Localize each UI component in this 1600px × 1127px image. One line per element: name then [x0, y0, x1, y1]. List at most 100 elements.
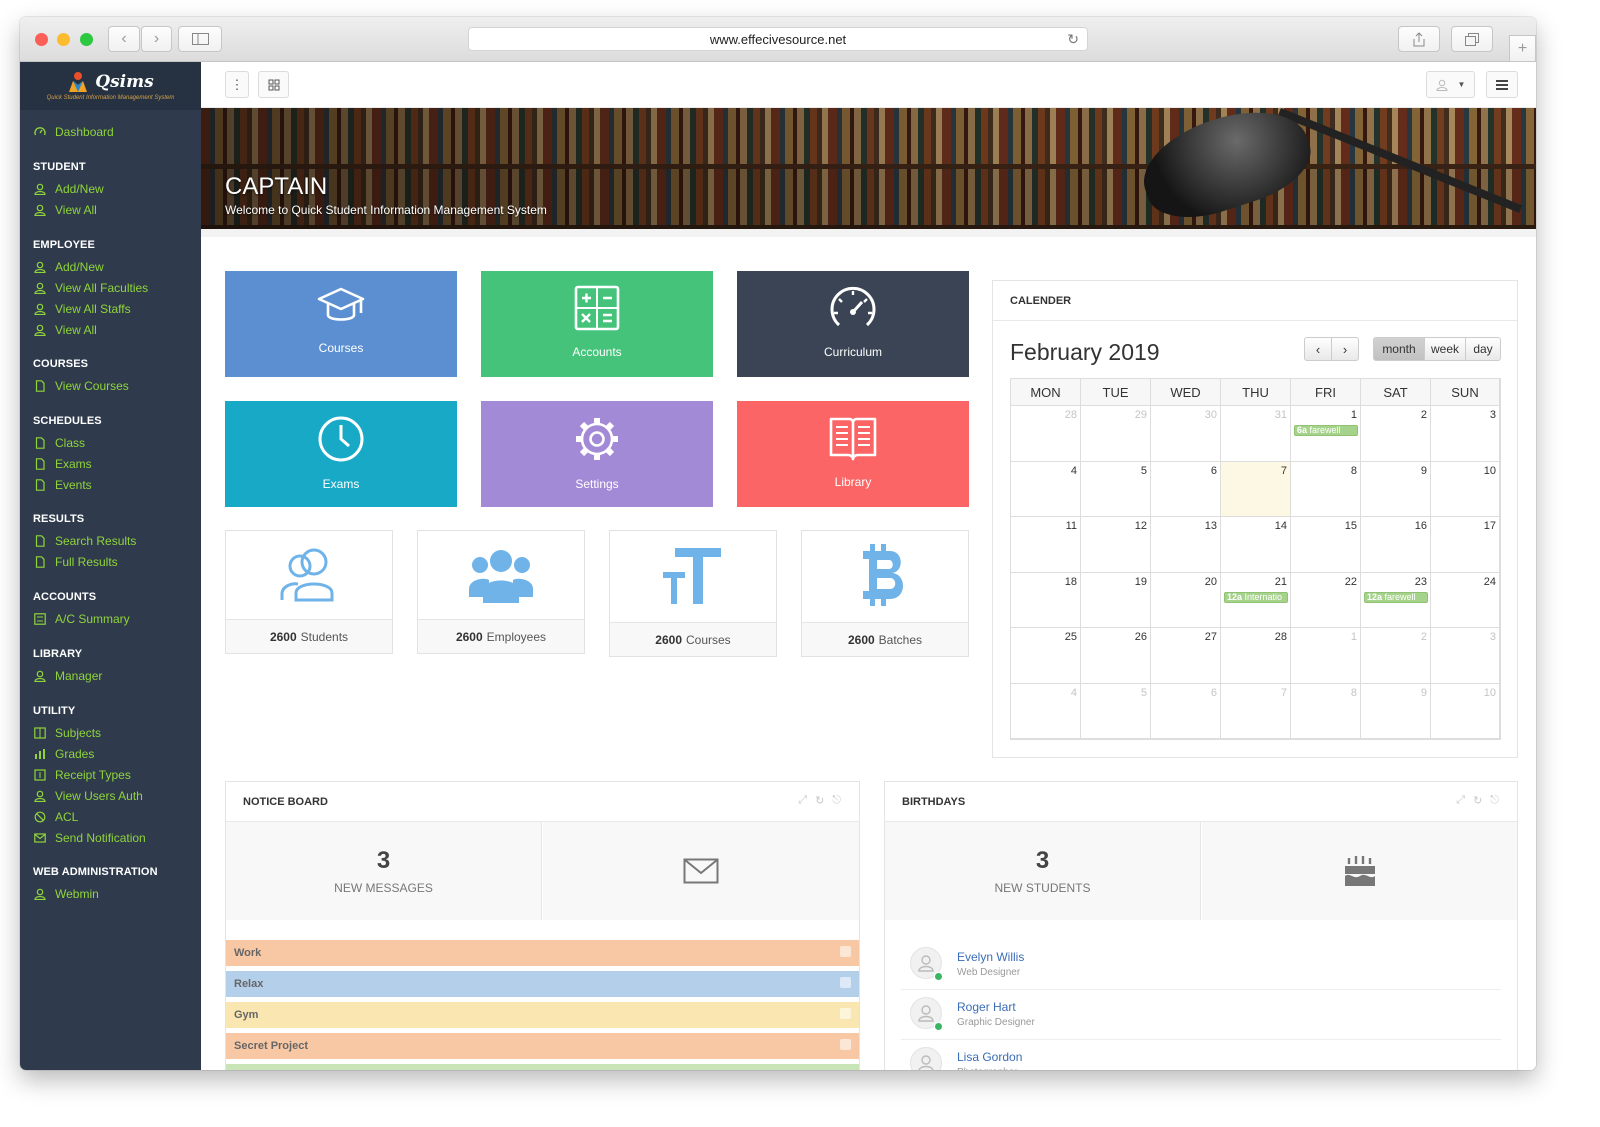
refresh-icon[interactable]: ↻: [1473, 794, 1482, 807]
calendar-day-cell[interactable]: 27: [1151, 628, 1221, 684]
birthday-person[interactable]: Lisa Gordon Photographer: [901, 1040, 1501, 1070]
tile-library[interactable]: Library: [737, 401, 969, 507]
calendar-day-cell[interactable]: 28: [1011, 406, 1081, 462]
minimize-window-button[interactable]: [57, 33, 70, 46]
calendar-day-cell[interactable]: 5: [1081, 683, 1151, 739]
refresh-icon[interactable]: ↻: [815, 794, 824, 807]
calendar-day-cell[interactable]: 2: [1361, 628, 1431, 684]
birthday-person[interactable]: Evelyn Willis Web Designer: [901, 940, 1501, 990]
calendar-event[interactable]: 12a farewell: [1364, 591, 1428, 603]
calendar-day-cell[interactable]: 16: [1361, 517, 1431, 573]
back-button[interactable]: ‹: [108, 26, 140, 52]
calendar-day-cell[interactable]: 7: [1221, 461, 1291, 517]
calendar-day-cell[interactable]: 20: [1151, 572, 1221, 628]
user-menu-button[interactable]: ▼: [1426, 71, 1475, 98]
calendar-day-cell[interactable]: 15: [1291, 517, 1361, 573]
calendar-day-cell[interactable]: 2: [1361, 406, 1431, 462]
grid-view-button[interactable]: [258, 71, 289, 98]
tabs-button[interactable]: [1451, 26, 1493, 52]
right-panel-toggle-button[interactable]: [1486, 71, 1518, 98]
calendar-day-cell[interactable]: 9: [1361, 683, 1431, 739]
sidebar-item-employee-view-all[interactable]: View All: [33, 322, 97, 338]
sidebar-item-webmin[interactable]: Webmin: [33, 886, 99, 902]
tile-curriculum[interactable]: Curriculum: [737, 271, 969, 377]
notice-item-gym[interactable]: Gym: [226, 1002, 859, 1028]
calendar-day-cell[interactable]: 6: [1151, 683, 1221, 739]
calendar-day-cell[interactable]: 29: [1081, 406, 1151, 462]
sidebar-item-send-notification[interactable]: Send Notification: [33, 830, 146, 846]
calendar-day-cell[interactable]: 4: [1011, 683, 1081, 739]
person-name[interactable]: Roger Hart: [957, 1000, 1016, 1014]
tile-exams[interactable]: Exams: [225, 401, 457, 507]
sidebar-item-dashboard[interactable]: Dashboard: [33, 124, 114, 140]
close-window-button[interactable]: [35, 33, 48, 46]
reload-icon[interactable]: ↻: [1067, 28, 1079, 51]
sidebar-item-view-all-faculties[interactable]: View All Faculties: [33, 280, 148, 296]
calendar-event[interactable]: 12a Internatio: [1224, 591, 1288, 603]
sidebar-item-grades[interactable]: Grades: [33, 746, 94, 762]
collapse-icon[interactable]: ⎋: [832, 794, 841, 807]
calendar-day-cell[interactable]: 3: [1431, 628, 1500, 684]
calendar-day-cell[interactable]: 10: [1431, 683, 1500, 739]
calendar-day-cell[interactable]: 7: [1221, 683, 1291, 739]
stat-courses[interactable]: 2600 Courses: [609, 530, 777, 657]
sidebar-item-student-add[interactable]: Add/New: [33, 181, 104, 197]
sidebar-item-subjects[interactable]: Subjects: [33, 725, 101, 741]
calendar-view-day[interactable]: day: [1465, 337, 1501, 361]
notice-item-work[interactable]: Work: [226, 940, 859, 966]
calendar-day-cell[interactable]: 4: [1011, 461, 1081, 517]
calendar-day-cell[interactable]: 24: [1431, 572, 1500, 628]
calendar-next-button[interactable]: ›: [1331, 337, 1359, 361]
calendar-prev-button[interactable]: ‹: [1304, 337, 1332, 361]
sidebar-item-acl[interactable]: ACL: [33, 809, 78, 825]
sidebar-toggle-button[interactable]: [178, 26, 222, 52]
calendar-day-cell[interactable]: 14: [1221, 517, 1291, 573]
tile-courses[interactable]: Courses: [225, 271, 457, 377]
maximize-window-button[interactable]: [80, 33, 93, 46]
expand-icon[interactable]: ⤢: [1456, 794, 1465, 807]
sidebar-item-ac-summary[interactable]: A/C Summary: [33, 611, 130, 627]
calendar-day-cell[interactable]: 10: [1431, 461, 1500, 517]
calendar-day-cell[interactable]: 11: [1011, 517, 1081, 573]
birthday-person[interactable]: Roger Hart Graphic Designer: [901, 990, 1501, 1040]
calendar-day-cell[interactable]: 25: [1011, 628, 1081, 684]
share-button[interactable]: [1398, 26, 1440, 52]
calendar-day-cell[interactable]: 9: [1361, 461, 1431, 517]
calendar-day-cell[interactable]: 3: [1431, 406, 1500, 462]
sidebar-item-employee-add[interactable]: Add/New: [33, 259, 104, 275]
sidebar-item-manager[interactable]: Manager: [33, 668, 102, 684]
sidebar-item-full-results[interactable]: Full Results: [33, 554, 118, 570]
sidebar-item-events[interactable]: Events: [33, 477, 92, 493]
calendar-event[interactable]: 6a farewell: [1294, 425, 1358, 436]
calendar-day-cell[interactable]: 30: [1151, 406, 1221, 462]
new-tab-button[interactable]: +: [1509, 35, 1536, 62]
stat-batches[interactable]: 2600 Batches: [801, 530, 969, 657]
sidebar-item-view-all-staffs[interactable]: View All Staffs: [33, 301, 131, 317]
sidebar-item-student-view-all[interactable]: View All: [33, 202, 97, 218]
calendar-day-cell[interactable]: 12: [1081, 517, 1151, 573]
calendar-day-cell[interactable]: 13: [1151, 517, 1221, 573]
calendar-day-cell[interactable]: 1: [1291, 628, 1361, 684]
forward-button[interactable]: ›: [141, 26, 172, 52]
menu-toggle-button[interactable]: ⋮: [225, 71, 249, 98]
calendar-view-month[interactable]: month: [1373, 337, 1425, 361]
calendar-day-cell[interactable]: 6: [1151, 461, 1221, 517]
sidebar-item-view-courses[interactable]: View Courses: [33, 378, 129, 394]
notice-item-relax[interactable]: Relax: [226, 971, 859, 997]
stat-employees[interactable]: 2600 Employees: [417, 530, 585, 654]
calendar-day-cell[interactable]: 31: [1221, 406, 1291, 462]
calendar-view-week[interactable]: week: [1424, 337, 1466, 361]
person-name[interactable]: Lisa Gordon: [957, 1050, 1022, 1064]
sidebar-item-receipt-types[interactable]: Receipt Types: [33, 767, 131, 783]
calendar-day-cell[interactable]: 5: [1081, 461, 1151, 517]
notice-item-secret-project[interactable]: Secret Project: [226, 1033, 859, 1059]
stat-students[interactable]: 2600 Students: [225, 530, 393, 654]
app-logo[interactable]: Qsims Quick Student Information Manageme…: [20, 62, 201, 110]
sidebar-item-class[interactable]: Class: [33, 435, 85, 451]
collapse-icon[interactable]: ⎋: [1490, 794, 1499, 807]
tile-settings[interactable]: Settings: [481, 401, 713, 507]
calendar-day-cell[interactable]: 19: [1081, 572, 1151, 628]
sidebar-item-view-users-auth[interactable]: View Users Auth: [33, 788, 143, 804]
person-name[interactable]: Evelyn Willis: [957, 950, 1024, 964]
sidebar-item-search-results[interactable]: Search Results: [33, 533, 136, 549]
